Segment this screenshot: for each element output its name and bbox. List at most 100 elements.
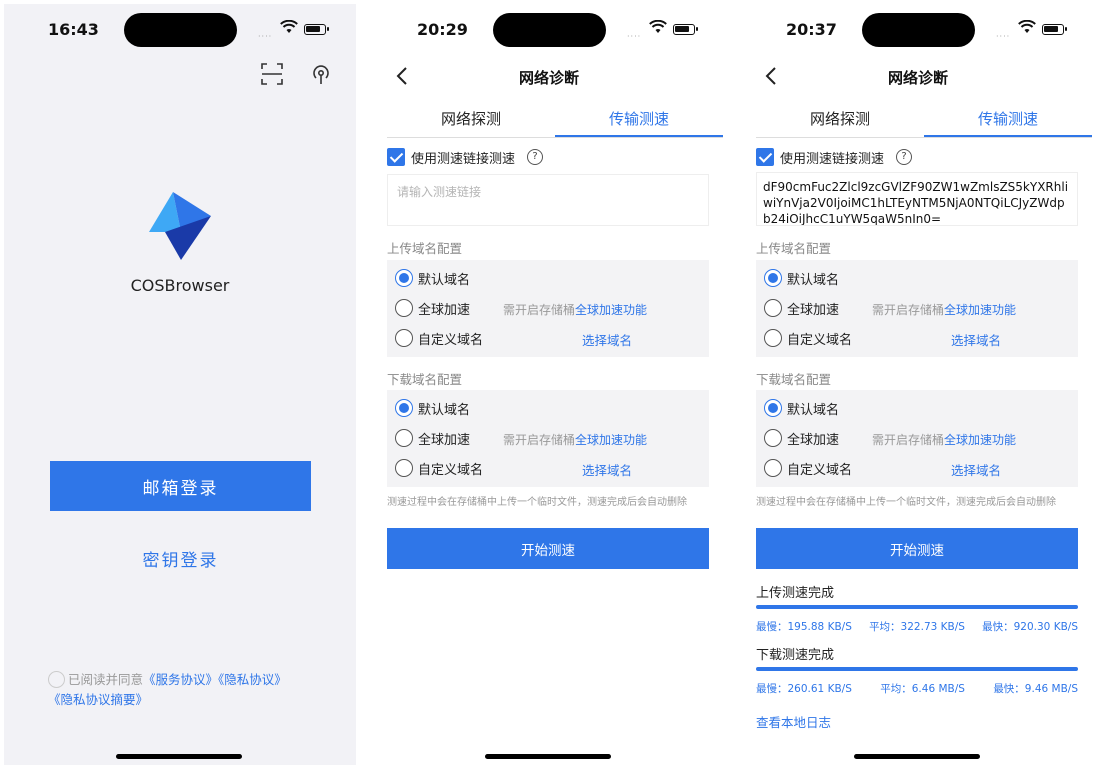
upload-section-label: 上传域名配置 (756, 241, 832, 256)
start-speed-test-button[interactable]: 开始测速 (387, 528, 709, 569)
download-avg: 平均：6.46 MB/S (880, 683, 965, 695)
battery-icon (673, 24, 698, 35)
use-link-checkbox[interactable] (387, 148, 405, 166)
privacy-summary-link[interactable]: 《隐私协议摘要》 (48, 692, 148, 707)
agree-prefix: 已阅读并同意 (68, 672, 144, 687)
option-label: 默认域名 (418, 402, 471, 418)
download-section-label: 下载域名配置 (756, 372, 832, 387)
key-login-button[interactable]: 密钥登录 (50, 538, 311, 578)
radio[interactable] (395, 329, 413, 347)
option-label: 全球加速 (418, 302, 471, 318)
battery-icon (1042, 24, 1067, 35)
option-label: 自定义域名 (787, 332, 853, 348)
download-default-domain-option[interactable]: 默认域名 (395, 396, 470, 420)
status-time: 20:37 (786, 20, 837, 39)
service-agreement-link[interactable]: 《服务协议》 (143, 672, 218, 687)
email-login-button[interactable]: 邮箱登录 (50, 461, 311, 511)
upload-domain-box: 默认域名 全球加速 需开启存储桶全球加速功能 自定义域名 选择域名 (387, 260, 709, 357)
option-label: 全球加速 (787, 432, 840, 448)
upload-custom-domain-option[interactable]: 自定义域名 (395, 326, 483, 350)
help-icon[interactable]: ? (527, 149, 544, 165)
accel-note: 需开启存储桶全球加速功能 (872, 431, 1016, 448)
antenna-icon[interactable] (309, 62, 333, 86)
help-icon[interactable]: ? (896, 149, 913, 165)
download-result-title: 下载测速完成 (756, 648, 835, 663)
radio[interactable] (395, 429, 413, 447)
accel-note-link[interactable]: 全球加速功能 (575, 303, 647, 317)
tab-transfer-speed[interactable]: 传输测速 (924, 104, 1092, 137)
radio[interactable] (764, 299, 782, 317)
dynamic-island (493, 13, 606, 47)
accel-note-prefix: 需开启存储桶 (872, 303, 945, 317)
speed-test-tip: 测速过程中会在存储桶中上传一个临时文件，测速完成后会自动删除 (387, 497, 687, 508)
option-label: 默认域名 (787, 272, 840, 288)
wifi-icon (280, 20, 298, 33)
diagnosis-screen-results: 20:37 ···· 网络诊断 网络探测 传输测速 使用测速链接测速 ? dF9… (742, 4, 1094, 765)
home-indicator (116, 754, 242, 759)
use-link-label: 使用测速链接测速 (780, 151, 885, 167)
speed-link-input[interactable]: dF90cmFuc2Zlcl9zcGVlZF90ZW1wZmlsZS5kYXRh… (756, 172, 1078, 226)
agreement-row: 已阅读并同意《服务协议》《隐私协议》 《隐私协议摘要》 (48, 670, 338, 710)
scan-icon[interactable] (260, 62, 284, 86)
radio[interactable] (395, 299, 413, 317)
start-speed-test-button[interactable]: 开始测速 (756, 528, 1078, 569)
home-indicator (854, 754, 980, 759)
status-time: 20:29 (417, 20, 468, 39)
option-label: 全球加速 (787, 302, 840, 318)
upload-global-accel-option[interactable]: 全球加速 (395, 296, 470, 320)
upload-avg: 平均：322.73 KB/S (869, 621, 965, 633)
privacy-policy-link[interactable]: 《隐私协议》 (218, 672, 287, 687)
choose-domain-link[interactable]: 选择域名 (951, 330, 1001, 349)
radio[interactable] (764, 329, 782, 347)
speed-link-input[interactable]: 请输入测速链接 (387, 174, 709, 226)
download-default-domain-option[interactable]: 默认域名 (764, 396, 839, 420)
speed-link-value: dF90cmFuc2Zlcl9zcGVlZF90ZW1wZmlsZS5kYXRh… (763, 180, 1069, 226)
upload-custom-domain-option[interactable]: 自定义域名 (764, 326, 852, 350)
download-section-label: 下载域名配置 (387, 372, 463, 387)
option-label: 自定义域名 (787, 462, 853, 478)
home-indicator (485, 754, 611, 759)
upload-default-domain-option[interactable]: 默认域名 (764, 266, 839, 290)
upload-stats: 最慢：195.88 KB/S 平均：322.73 KB/S 最快：920.30 … (756, 619, 1078, 634)
agree-checkbox[interactable] (48, 671, 65, 688)
accel-note-link[interactable]: 全球加速功能 (944, 303, 1016, 317)
status-time: 16:43 (48, 20, 99, 39)
upload-default-domain-option[interactable]: 默认域名 (395, 266, 470, 290)
accel-note-prefix: 需开启存储桶 (872, 433, 945, 447)
tab-network-probe[interactable]: 网络探测 (387, 104, 555, 137)
download-global-accel-option[interactable]: 全球加速 (395, 426, 470, 450)
tab-network-probe[interactable]: 网络探测 (756, 104, 924, 137)
accel-note-prefix: 需开启存储桶 (503, 433, 576, 447)
diagnosis-screen-empty: 20:29 ···· 网络诊断 网络探测 传输测速 使用测速链接测速 ? 请输入… (373, 4, 725, 765)
upload-global-accel-option[interactable]: 全球加速 (764, 296, 839, 320)
accel-note-link[interactable]: 全球加速功能 (575, 433, 647, 447)
view-local-log-link[interactable]: 查看本地日志 (756, 712, 831, 731)
choose-domain-link[interactable]: 选择域名 (951, 460, 1001, 479)
download-max: 最快：9.46 MB/S (993, 683, 1078, 695)
download-global-accel-option[interactable]: 全球加速 (764, 426, 839, 450)
tab-bar: 网络探测 传输测速 (387, 104, 723, 138)
use-link-checkbox[interactable] (756, 148, 774, 166)
choose-domain-link[interactable]: 选择域名 (582, 330, 632, 349)
accel-note-link[interactable]: 全球加速功能 (944, 433, 1016, 447)
upload-section-label: 上传域名配置 (387, 241, 463, 256)
download-custom-domain-option[interactable]: 自定义域名 (764, 456, 852, 480)
radio-selected[interactable] (764, 399, 782, 417)
download-custom-domain-option[interactable]: 自定义域名 (395, 456, 483, 480)
choose-domain-link[interactable]: 选择域名 (582, 460, 632, 479)
login-screen: 16:43 ···· COSBrowser 邮箱登录 密钥登录 已阅读并同意《服… (4, 4, 356, 765)
option-label: 全球加速 (418, 432, 471, 448)
download-min: 最慢：260.61 KB/S (756, 683, 852, 695)
tab-transfer-speed[interactable]: 传输测速 (555, 104, 723, 137)
radio-selected[interactable] (395, 399, 413, 417)
download-stats: 最慢：260.61 KB/S 平均：6.46 MB/S 最快：9.46 MB/S (756, 681, 1078, 696)
radio-selected[interactable] (764, 269, 782, 287)
dynamic-island (862, 13, 975, 47)
cosbrowser-logo (149, 192, 211, 260)
radio[interactable] (764, 459, 782, 477)
radio-selected[interactable] (395, 269, 413, 287)
use-link-row: 使用测速链接测速 ? (756, 147, 913, 167)
signal-icon: ···· (258, 32, 273, 41)
radio[interactable] (395, 459, 413, 477)
radio[interactable] (764, 429, 782, 447)
